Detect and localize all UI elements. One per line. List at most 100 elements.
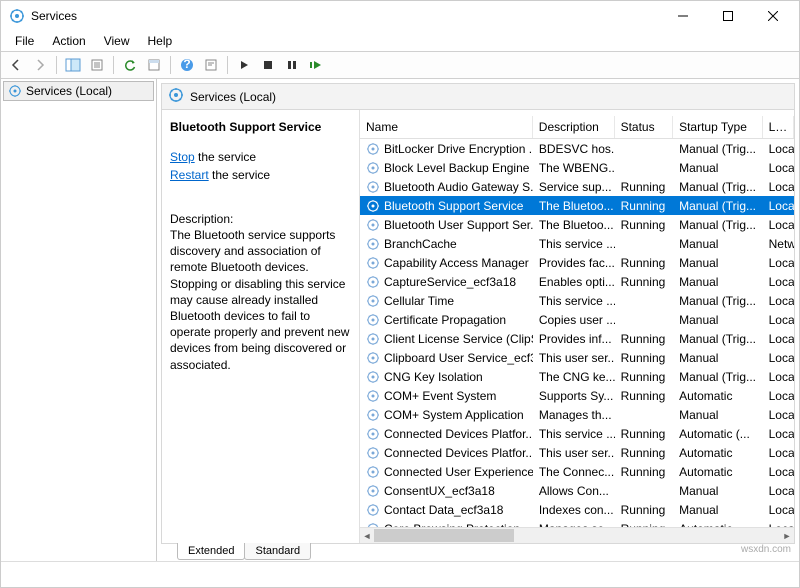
- service-row[interactable]: Connected User Experience...The Connec..…: [360, 462, 794, 481]
- service-row[interactable]: COM+ System ApplicationManages th...Manu…: [360, 405, 794, 424]
- stop-service-button[interactable]: [257, 54, 279, 76]
- scroll-right-icon[interactable]: ►: [780, 528, 794, 544]
- cell-startup: Manual: [673, 236, 763, 252]
- menubar: File Action View Help: [1, 31, 799, 51]
- service-row[interactable]: Cellular TimeThis service ...Manual (Tri…: [360, 291, 794, 310]
- tab-standard[interactable]: Standard: [244, 543, 311, 560]
- column-name[interactable]: Name: [360, 116, 533, 138]
- service-row[interactable]: Client License Service (ClipS...Provides…: [360, 329, 794, 348]
- scrollbar-thumb[interactable]: [374, 529, 514, 542]
- column-logon[interactable]: Log: [763, 116, 794, 138]
- service-row[interactable]: COM+ Event SystemSupports Sy...RunningAu…: [360, 386, 794, 405]
- cell-name: Cellular Time: [360, 293, 533, 309]
- titlebar: Services: [1, 1, 799, 31]
- column-startup-type[interactable]: Startup Type: [673, 116, 763, 138]
- cell-logon: Loca: [763, 426, 794, 442]
- maximize-button[interactable]: [705, 2, 750, 30]
- back-button[interactable]: [5, 54, 27, 76]
- restart-link[interactable]: Restart: [170, 168, 209, 182]
- description-text: The Bluetooth service supports discovery…: [170, 227, 353, 373]
- close-button[interactable]: [750, 2, 795, 30]
- cell-startup: Manual (Trig...: [673, 331, 763, 347]
- menu-file[interactable]: File: [7, 32, 42, 50]
- column-status[interactable]: Status: [615, 116, 674, 138]
- status-bar: [1, 561, 799, 587]
- service-row[interactable]: ConsentUX_ecf3a18Allows Con...ManualLoca: [360, 481, 794, 500]
- service-row[interactable]: Clipboard User Service_ecf3...This user …: [360, 348, 794, 367]
- service-row[interactable]: Capability Access Manager ...Provides fa…: [360, 253, 794, 272]
- service-row[interactable]: Core Browsing ProtectionManages se...Run…: [360, 519, 794, 527]
- cell-description: This user ser...: [533, 445, 615, 461]
- cell-name: Connected Devices Platfor...: [360, 426, 533, 442]
- service-row[interactable]: Connected Devices Platfor...This user se…: [360, 443, 794, 462]
- show-hide-tree-button[interactable]: [62, 54, 84, 76]
- menu-action[interactable]: Action: [44, 32, 93, 50]
- cell-startup: Automatic: [673, 388, 763, 404]
- services-list[interactable]: BitLocker Drive Encryption ...BDESVC hos…: [360, 139, 794, 527]
- cell-logon: Loca: [763, 217, 794, 233]
- cell-status: Running: [615, 464, 674, 480]
- cell-status: Running: [615, 255, 674, 271]
- cell-status: Running: [615, 369, 674, 385]
- tree-item-services-local[interactable]: Services (Local): [3, 81, 154, 101]
- cell-status: Running: [615, 388, 674, 404]
- help-button[interactable]: ?: [176, 54, 198, 76]
- tab-extended[interactable]: Extended: [177, 543, 245, 560]
- cell-status: Running: [615, 426, 674, 442]
- pause-service-button[interactable]: [281, 54, 303, 76]
- properties-alt-button[interactable]: [200, 54, 222, 76]
- cell-startup: Manual: [673, 255, 763, 271]
- menu-help[interactable]: Help: [140, 32, 181, 50]
- properties-button[interactable]: [143, 54, 165, 76]
- service-row[interactable]: CaptureService_ecf3a18Enables opti...Run…: [360, 272, 794, 291]
- list-header: Name Description Status Startup Type Log: [360, 116, 794, 139]
- cell-logon: Loca: [763, 388, 794, 404]
- separator: [56, 56, 57, 74]
- cell-name: COM+ Event System: [360, 388, 533, 404]
- cell-description: Copies user ...: [533, 312, 615, 328]
- cell-startup: Automatic: [673, 445, 763, 461]
- cell-description: Enables opti...: [533, 274, 615, 290]
- service-row[interactable]: BranchCacheThis service ...ManualNetw: [360, 234, 794, 253]
- service-row[interactable]: CNG Key IsolationThe CNG ke...RunningMan…: [360, 367, 794, 386]
- export-button[interactable]: [86, 54, 108, 76]
- cell-description: This service ...: [533, 293, 615, 309]
- cell-startup: Manual: [673, 483, 763, 499]
- cell-logon: Loca: [763, 198, 794, 214]
- cell-name: BitLocker Drive Encryption ...: [360, 141, 533, 157]
- cell-name: Clipboard User Service_ecf3...: [360, 350, 533, 366]
- column-description[interactable]: Description: [533, 116, 615, 138]
- service-row[interactable]: Bluetooth Support ServiceThe Bluetoo...R…: [360, 196, 794, 215]
- service-row[interactable]: Bluetooth User Support Ser...The Bluetoo…: [360, 215, 794, 234]
- stop-link[interactable]: Stop: [170, 150, 195, 164]
- service-row[interactable]: Block Level Backup Engine ...The WBENG..…: [360, 158, 794, 177]
- minimize-button[interactable]: [660, 2, 705, 30]
- service-row[interactable]: Bluetooth Audio Gateway S...Service sup.…: [360, 177, 794, 196]
- cell-startup: Automatic: [673, 464, 763, 480]
- cell-name: Bluetooth User Support Ser...: [360, 217, 533, 233]
- cell-status: Running: [615, 502, 674, 518]
- cell-logon: Loca: [763, 274, 794, 290]
- cell-description: Allows Con...: [533, 483, 615, 499]
- refresh-button[interactable]: [119, 54, 141, 76]
- cell-description: Supports Sy...: [533, 388, 615, 404]
- service-row[interactable]: Certificate PropagationCopies user ...Ma…: [360, 310, 794, 329]
- pane-header-title: Services (Local): [190, 90, 276, 104]
- window-title: Services: [31, 9, 660, 23]
- cell-description: Provides inf...: [533, 331, 615, 347]
- cell-logon: Loca: [763, 407, 794, 423]
- service-row[interactable]: Contact Data_ecf3a18Indexes con...Runnin…: [360, 500, 794, 519]
- separator: [227, 56, 228, 74]
- navigation-tree: Services (Local): [1, 79, 157, 561]
- scroll-left-icon[interactable]: ◄: [360, 528, 374, 544]
- cell-name: Bluetooth Audio Gateway S...: [360, 179, 533, 195]
- menu-view[interactable]: View: [96, 32, 138, 50]
- cell-startup: Manual (Trig...: [673, 217, 763, 233]
- forward-button[interactable]: [29, 54, 51, 76]
- service-row[interactable]: Connected Devices Platfor...This service…: [360, 424, 794, 443]
- cell-status: [615, 300, 674, 302]
- horizontal-scrollbar[interactable]: ◄ ►: [360, 527, 794, 543]
- service-row[interactable]: BitLocker Drive Encryption ...BDESVC hos…: [360, 139, 794, 158]
- start-service-button[interactable]: [233, 54, 255, 76]
- restart-service-button[interactable]: [305, 54, 327, 76]
